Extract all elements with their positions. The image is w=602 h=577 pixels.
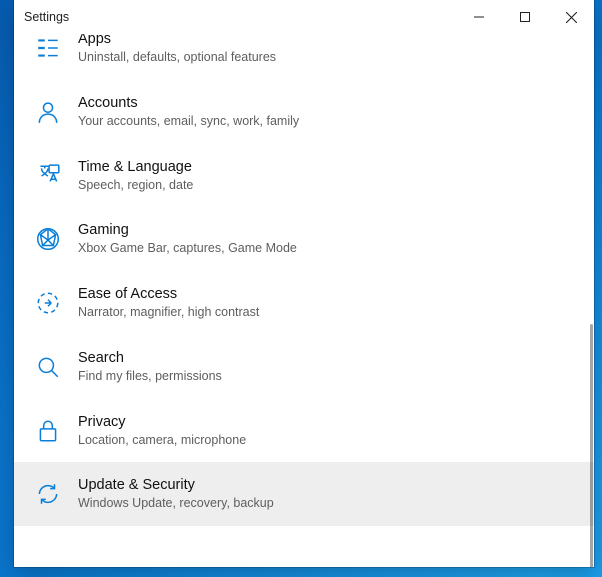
search-icon xyxy=(32,351,64,383)
settings-content: Apps Uninstall, defaults, optional featur… xyxy=(14,34,594,567)
minimize-button[interactable] xyxy=(456,0,502,34)
category-title: Time & Language xyxy=(78,158,193,176)
settings-category-update-security[interactable]: Update & Security Windows Update, recover… xyxy=(14,462,594,526)
settings-category-apps[interactable]: Apps Uninstall, defaults, optional featur… xyxy=(14,34,594,80)
gaming-icon xyxy=(32,223,64,255)
time-language-icon xyxy=(32,160,64,192)
category-title: Privacy xyxy=(78,413,246,431)
settings-category-accounts[interactable]: Accounts Your accounts, email, sync, work… xyxy=(14,80,594,144)
category-title: Accounts xyxy=(78,94,299,112)
scrollbar[interactable] xyxy=(590,324,593,567)
settings-category-privacy[interactable]: Privacy Location, camera, microphone xyxy=(14,399,594,463)
apps-icon xyxy=(32,34,64,64)
settings-window: Settings Apps Uninstall, defaults, option… xyxy=(14,0,594,567)
ease-of-access-icon xyxy=(32,287,64,319)
maximize-button[interactable] xyxy=(502,0,548,34)
category-description: Xbox Game Bar, captures, Game Mode xyxy=(78,241,297,257)
category-description: Find my files, permissions xyxy=(78,369,222,385)
privacy-lock-icon xyxy=(32,415,64,447)
category-description: Location, camera, microphone xyxy=(78,433,246,449)
settings-category-gaming[interactable]: Gaming Xbox Game Bar, captures, Game Mode xyxy=(14,207,594,271)
category-description: Narrator, magnifier, high contrast xyxy=(78,305,259,321)
category-description: Your accounts, email, sync, work, family xyxy=(78,114,299,130)
category-title: Ease of Access xyxy=(78,285,259,303)
category-description: Uninstall, defaults, optional features xyxy=(78,50,276,66)
update-sync-icon xyxy=(32,478,64,510)
category-title: Search xyxy=(78,349,222,367)
settings-category-time-language[interactable]: Time & Language Speech, region, date xyxy=(14,144,594,208)
accounts-icon xyxy=(32,96,64,128)
close-button[interactable] xyxy=(548,0,594,34)
settings-category-search[interactable]: Search Find my files, permissions xyxy=(14,335,594,399)
category-title: Update & Security xyxy=(78,476,274,494)
settings-categories-list: Apps Uninstall, defaults, optional featur… xyxy=(14,34,594,567)
category-description: Speech, region, date xyxy=(78,178,193,194)
category-title: Apps xyxy=(78,34,276,48)
settings-category-ease-of-access[interactable]: Ease of Access Narrator, magnifier, high … xyxy=(14,271,594,335)
window-title: Settings xyxy=(14,10,456,24)
category-description: Windows Update, recovery, backup xyxy=(78,496,274,512)
titlebar: Settings xyxy=(14,0,594,34)
category-title: Gaming xyxy=(78,221,297,239)
